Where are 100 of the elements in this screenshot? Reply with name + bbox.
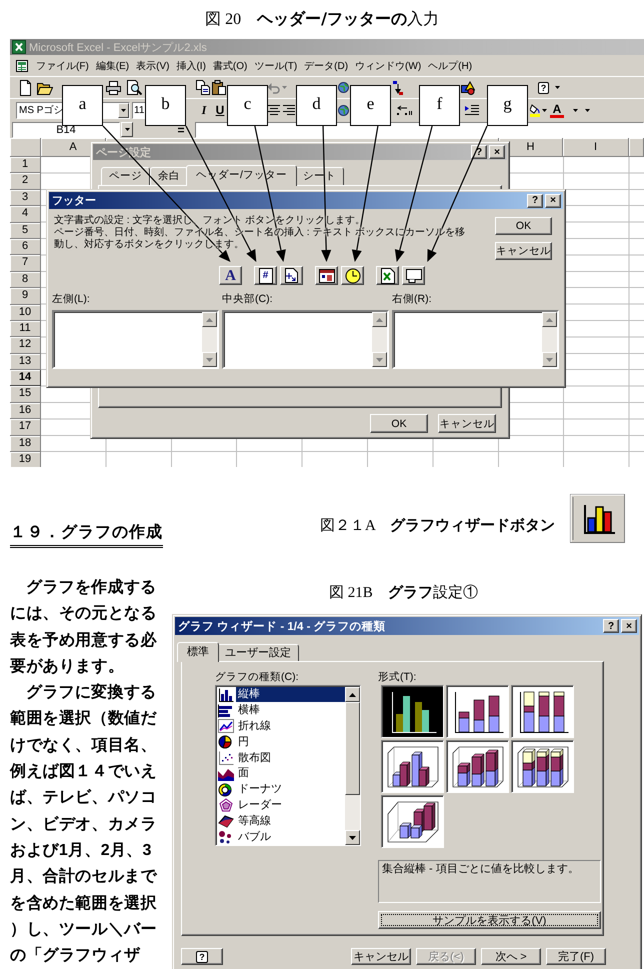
cancel-button[interactable]: キャンセル [438, 414, 496, 433]
ok-button[interactable]: OK [495, 217, 552, 235]
help-button[interactable]: ? [181, 948, 223, 965]
sheet-name-button[interactable] [402, 266, 425, 285]
font-size-field[interactable]: 11 [132, 102, 145, 118]
text-area[interactable] [52, 310, 219, 369]
dropdown-button[interactable] [118, 102, 129, 118]
row-header[interactable]: 8 [10, 272, 41, 288]
italic-button[interactable]: I [198, 102, 210, 118]
scroll-down-button[interactable] [542, 352, 557, 367]
menu-item[interactable]: ファイル(F) [36, 58, 89, 72]
column-header[interactable]: I [563, 138, 629, 157]
menu-item[interactable]: 挿入(I) [176, 58, 206, 72]
row-header[interactable]: 3 [10, 190, 41, 206]
scroll-up-button[interactable] [202, 312, 217, 327]
list-item[interactable]: 円 [217, 734, 345, 750]
row-header[interactable]: 16 [10, 402, 41, 420]
paint-bucket-icon[interactable] [530, 103, 540, 117]
chart-subtype-tile[interactable] [446, 685, 509, 738]
undo-icon[interactable] [267, 82, 280, 94]
chart-subtype-tile[interactable] [381, 740, 444, 793]
row-header[interactable]: 11 [10, 320, 41, 338]
column-header[interactable] [629, 138, 644, 157]
row-header[interactable]: 17 [10, 419, 41, 436]
decimal-places-icon[interactable] [396, 104, 412, 116]
chart-type-list[interactable]: 縦棒 横棒 折れ線 円 散布図 面 ドーナツ レーダー 等高線 バブル [215, 685, 361, 846]
text-area[interactable] [392, 310, 559, 369]
scroll-up-button[interactable] [345, 687, 360, 702]
row-header[interactable]: 13 [10, 354, 41, 370]
scroll-down-button[interactable] [372, 352, 387, 367]
help-button[interactable]: ? [536, 80, 551, 95]
font-button[interactable]: A [219, 266, 242, 285]
next-button[interactable]: 次へ > [481, 948, 541, 965]
scroll-up-button[interactable] [372, 312, 387, 327]
row-header[interactable]: 14 [10, 370, 41, 386]
globe-icon[interactable] [338, 82, 349, 93]
new-document-icon[interactable] [19, 80, 32, 96]
chart-subtype-tile[interactable] [511, 685, 574, 738]
row-header[interactable]: 7 [10, 255, 41, 272]
row-header[interactable]: 9 [10, 288, 41, 305]
list-item[interactable]: ドーナツ [217, 782, 345, 798]
align-center-icon[interactable] [268, 104, 280, 116]
time-button[interactable] [341, 266, 364, 285]
printer-icon[interactable] [106, 80, 121, 94]
menu-item[interactable]: 編集(E) [96, 58, 130, 72]
print-preview-icon[interactable] [127, 80, 142, 95]
ok-button[interactable]: OK [370, 414, 428, 433]
row-header[interactable]: 10 [10, 304, 41, 321]
menu-item[interactable]: データ(D) [304, 58, 348, 72]
finish-button[interactable]: 完了(F) [546, 948, 606, 965]
scroll-thumb[interactable] [345, 702, 360, 795]
list-item[interactable]: バブル [217, 829, 345, 845]
tab[interactable]: 余白 [150, 167, 188, 185]
underline-button[interactable]: U [214, 102, 226, 118]
help-button[interactable]: ? [603, 619, 619, 633]
sort-arrow-icon[interactable] [393, 80, 403, 94]
tab[interactable]: 標準 [177, 642, 219, 662]
list-item[interactable]: 折れ線 [217, 718, 345, 734]
row-header[interactable]: 2 [10, 173, 41, 190]
dropdown-button[interactable] [121, 122, 133, 137]
menu-item[interactable]: ツール(T) [254, 58, 298, 72]
globe-icon[interactable] [338, 104, 349, 116]
row-header[interactable]: 1 [10, 157, 41, 174]
cancel-button[interactable]: キャンセル [495, 242, 552, 260]
list-item[interactable]: レーダー [217, 798, 345, 814]
row-header[interactable]: 12 [10, 337, 41, 354]
help-button[interactable]: ? [527, 194, 543, 208]
cancel-button[interactable]: キャンセル [351, 948, 411, 965]
row-header[interactable]: 4 [10, 206, 41, 223]
date-button[interactable] [315, 266, 338, 285]
menu-item[interactable]: 表示(V) [136, 58, 170, 72]
copy-icon[interactable] [196, 80, 210, 95]
scroll-down-button[interactable] [202, 352, 217, 367]
caret-icon[interactable] [585, 108, 590, 112]
row-header[interactable]: 5 [10, 222, 41, 239]
tab[interactable]: ページ [101, 167, 150, 185]
list-item[interactable]: 散布図 [217, 750, 345, 766]
caret-icon[interactable] [555, 86, 560, 89]
close-button[interactable]: × [545, 194, 561, 208]
color-shapes-icon[interactable] [461, 80, 475, 94]
text-area[interactable] [222, 310, 389, 369]
chart-subtype-tile[interactable] [381, 795, 444, 848]
font-color-button[interactable]: A [550, 102, 564, 118]
list-item[interactable]: 等高線 [217, 813, 345, 830]
workbook-icon[interactable] [15, 58, 29, 72]
row-header[interactable]: 6 [10, 238, 41, 256]
list-item[interactable]: 横棒 [217, 702, 345, 719]
select-all-button[interactable] [10, 138, 41, 157]
tab[interactable]: ユーザー設定 [217, 644, 299, 661]
chart-subtype-tile[interactable] [381, 685, 444, 738]
align-right-icon[interactable] [283, 104, 295, 116]
caret-icon[interactable] [573, 108, 578, 112]
tab[interactable]: シート [294, 167, 344, 185]
scroll-down-button[interactable] [345, 830, 360, 845]
row-header[interactable]: 18 [10, 436, 41, 452]
page-count-button[interactable] [280, 266, 303, 285]
scroll-up-button[interactable] [542, 312, 557, 327]
open-folder-icon[interactable] [37, 80, 53, 94]
file-name-button[interactable] [376, 266, 399, 285]
caret-icon[interactable] [542, 108, 547, 112]
